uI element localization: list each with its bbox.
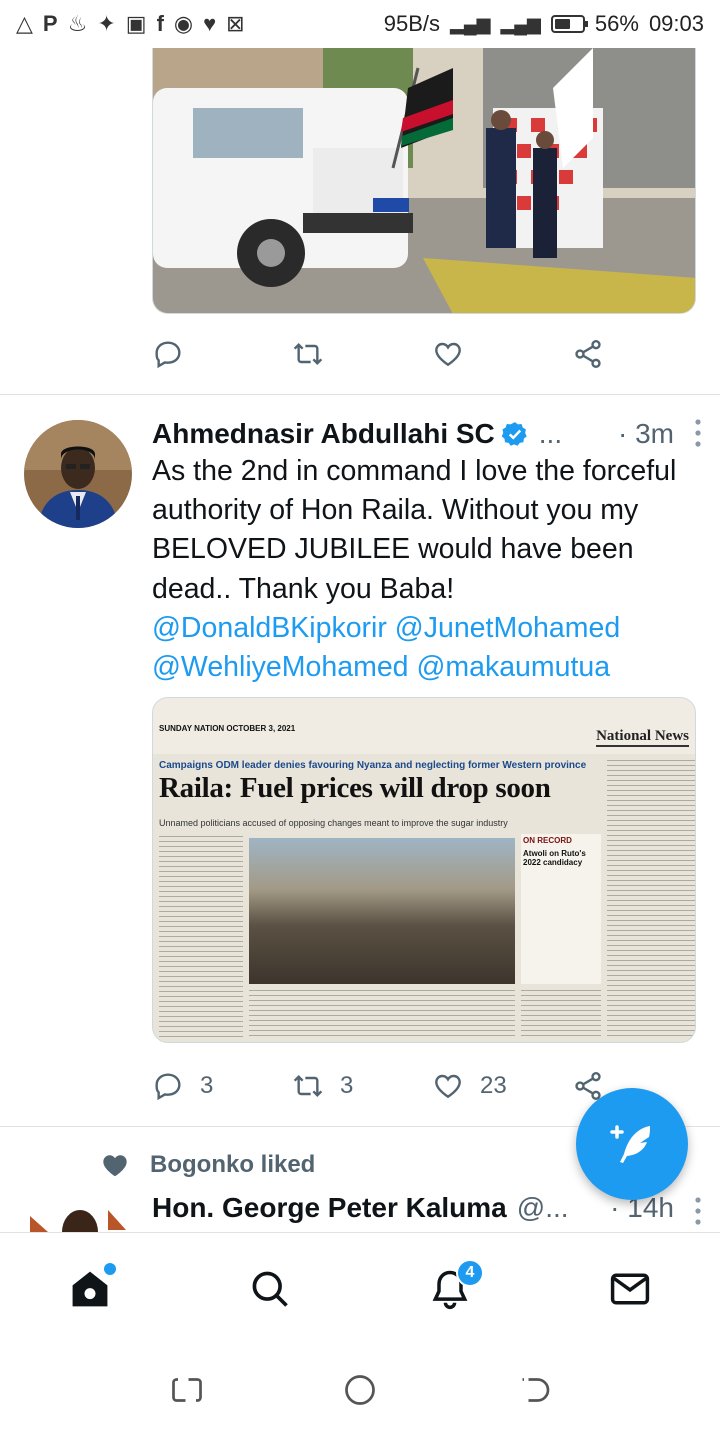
system-navigation (0, 1344, 720, 1440)
compose-tweet-button[interactable] (576, 1088, 688, 1200)
new-content-dot (104, 1262, 116, 1275)
avatar[interactable] (24, 420, 132, 528)
reply-button[interactable] (152, 338, 292, 370)
recents-button[interactable] (169, 1372, 205, 1413)
reply-icon (155, 341, 181, 369)
nav-search[interactable] (230, 1249, 310, 1329)
author-name[interactable]: Ahmednasir Abdullahi SC (152, 418, 495, 450)
retweet-button[interactable]: 3 (292, 1070, 432, 1102)
liked-heart-icon (103, 1155, 127, 1177)
image-icon: ⊠ (226, 11, 245, 36)
newspaper-subhead: Unnamed politicians accused of opposing … (159, 818, 508, 828)
like-count: 23 (480, 1072, 507, 1099)
network-speed: 95B/s (383, 11, 440, 36)
tweet1-actions (152, 334, 622, 374)
reply-button[interactable]: 3 (152, 1070, 292, 1102)
more-options-icon[interactable] (694, 418, 702, 448)
tweet2-text: As the 2nd in command I love the forcefu… (152, 452, 702, 687)
sidebox-heading: Atwoli on Ruto's 2022 candidacy (523, 849, 586, 867)
newspaper-masthead: SUNDAY NATION OCTOBER 3, 2021 National N… (153, 698, 695, 754)
chat-icon: ◉ (173, 11, 194, 36)
share-icon (575, 340, 601, 368)
newspaper-date: SUNDAY NATION OCTOBER 3, 2021 (159, 724, 296, 733)
social-context: Bogonko liked (100, 1150, 315, 1180)
avatar-image (24, 420, 132, 528)
newspaper-sidebox: ON RECORD Atwoli on Ruto's 2022 candidac… (521, 834, 601, 984)
tweet2-header: Ahmednasir Abdullahi SC ... · 3m (152, 414, 702, 454)
avatar[interactable] (24, 1196, 132, 1232)
battery-icon (550, 15, 588, 33)
home-system-button[interactable] (342, 1372, 378, 1413)
mention-link[interactable]: @WehliyeMohamed (152, 651, 409, 683)
sidebox-title: ON RECORD (523, 836, 572, 845)
author-handle[interactable]: @... (517, 1192, 569, 1224)
retweet-button[interactable] (292, 338, 432, 370)
nav-notifications[interactable]: 4 (410, 1249, 490, 1329)
tweet-body: As the 2nd in command I love the forcefu… (152, 455, 677, 605)
newspaper-campaign-line: Campaigns ODM leader denies favouring Ny… (159, 760, 587, 771)
status-bar-system: 95B/s ▂▄▆ ▂▄▆ 56% 09:03 (384, 11, 704, 37)
retweet-count: 3 (340, 1072, 354, 1099)
reply-icon (155, 1073, 181, 1101)
newspaper-headline: Raila: Fuel prices will drop soon (159, 772, 551, 804)
pocket-icon: P (42, 11, 58, 36)
share-button[interactable] (572, 338, 622, 370)
notifications-badge: 4 (456, 1258, 484, 1287)
tweet-divider (0, 394, 720, 395)
newspaper-column (607, 760, 695, 1038)
recents-icon (171, 1377, 202, 1402)
signal-icon-2: ▂▄▆ (500, 14, 541, 34)
newspaper-column (159, 836, 243, 1038)
tweet1-photo[interactable] (152, 48, 696, 314)
like-button[interactable] (432, 338, 572, 370)
tweet2-newspaper-photo[interactable]: SUNDAY NATION OCTOBER 3, 2021 National N… (152, 697, 696, 1043)
flag-off-photo (153, 48, 695, 313)
tweet2-actions: 3 3 23 (152, 1066, 622, 1106)
newspaper-column (249, 990, 515, 1038)
reply-count: 3 (200, 1072, 214, 1099)
twitter-icon: ✦ (97, 11, 116, 36)
liked-label[interactable]: Bogonko liked (150, 1151, 315, 1179)
status-bar: △ P ♨ ✦ ▣ f ◉ ♥ ⊠ 95B/s ▂▄▆ ▂▄▆ 56% 09:0… (0, 0, 720, 48)
compose-feather-icon (610, 1125, 650, 1163)
mail-icon (610, 1273, 650, 1304)
author-name[interactable]: Hon. George Peter Kaluma (152, 1192, 507, 1224)
nav-messages[interactable] (590, 1249, 670, 1329)
status-bar-notification-icons: △ P ♨ ✦ ▣ f ◉ ♥ ⊠ (16, 13, 245, 35)
newspaper-column (521, 990, 601, 1038)
back-button[interactable] (515, 1372, 551, 1413)
author-handle[interactable]: ... (539, 418, 562, 450)
facebook-icon: f (156, 11, 164, 36)
bottom-navigation: 4 (0, 1232, 720, 1344)
battery-percent: 56% (594, 11, 639, 36)
like-icon (435, 342, 461, 367)
verified-badge-icon (501, 422, 527, 446)
nav-home[interactable] (50, 1249, 130, 1329)
retweet-icon (293, 1074, 323, 1098)
tweet-time[interactable]: · 3m (618, 418, 674, 450)
tinder-icon: ♨ (67, 11, 88, 36)
like-button[interactable]: 23 (432, 1070, 572, 1102)
newspaper-photo (249, 838, 515, 984)
drive-icon: △ (16, 11, 33, 36)
mention-link[interactable]: @DonaldBKipkorir (152, 612, 387, 644)
mention-link[interactable]: @makaumutua (416, 651, 610, 683)
newspaper-section: National News (596, 728, 689, 747)
gallery-icon: ▣ (125, 11, 147, 36)
back-icon (522, 1377, 550, 1402)
like-icon (435, 1074, 461, 1099)
more-options-icon[interactable] (694, 1196, 702, 1226)
clock: 09:03 (648, 11, 704, 36)
mention-link[interactable]: @JunetMohamed (395, 612, 620, 644)
circle-home-icon (345, 1374, 375, 1405)
heart-icon: ♥ (203, 11, 217, 36)
search-icon (252, 1271, 288, 1307)
retweet-icon (293, 342, 323, 366)
signal-icon: ▂▄▆ (449, 14, 491, 34)
avatar-image (24, 1196, 132, 1232)
